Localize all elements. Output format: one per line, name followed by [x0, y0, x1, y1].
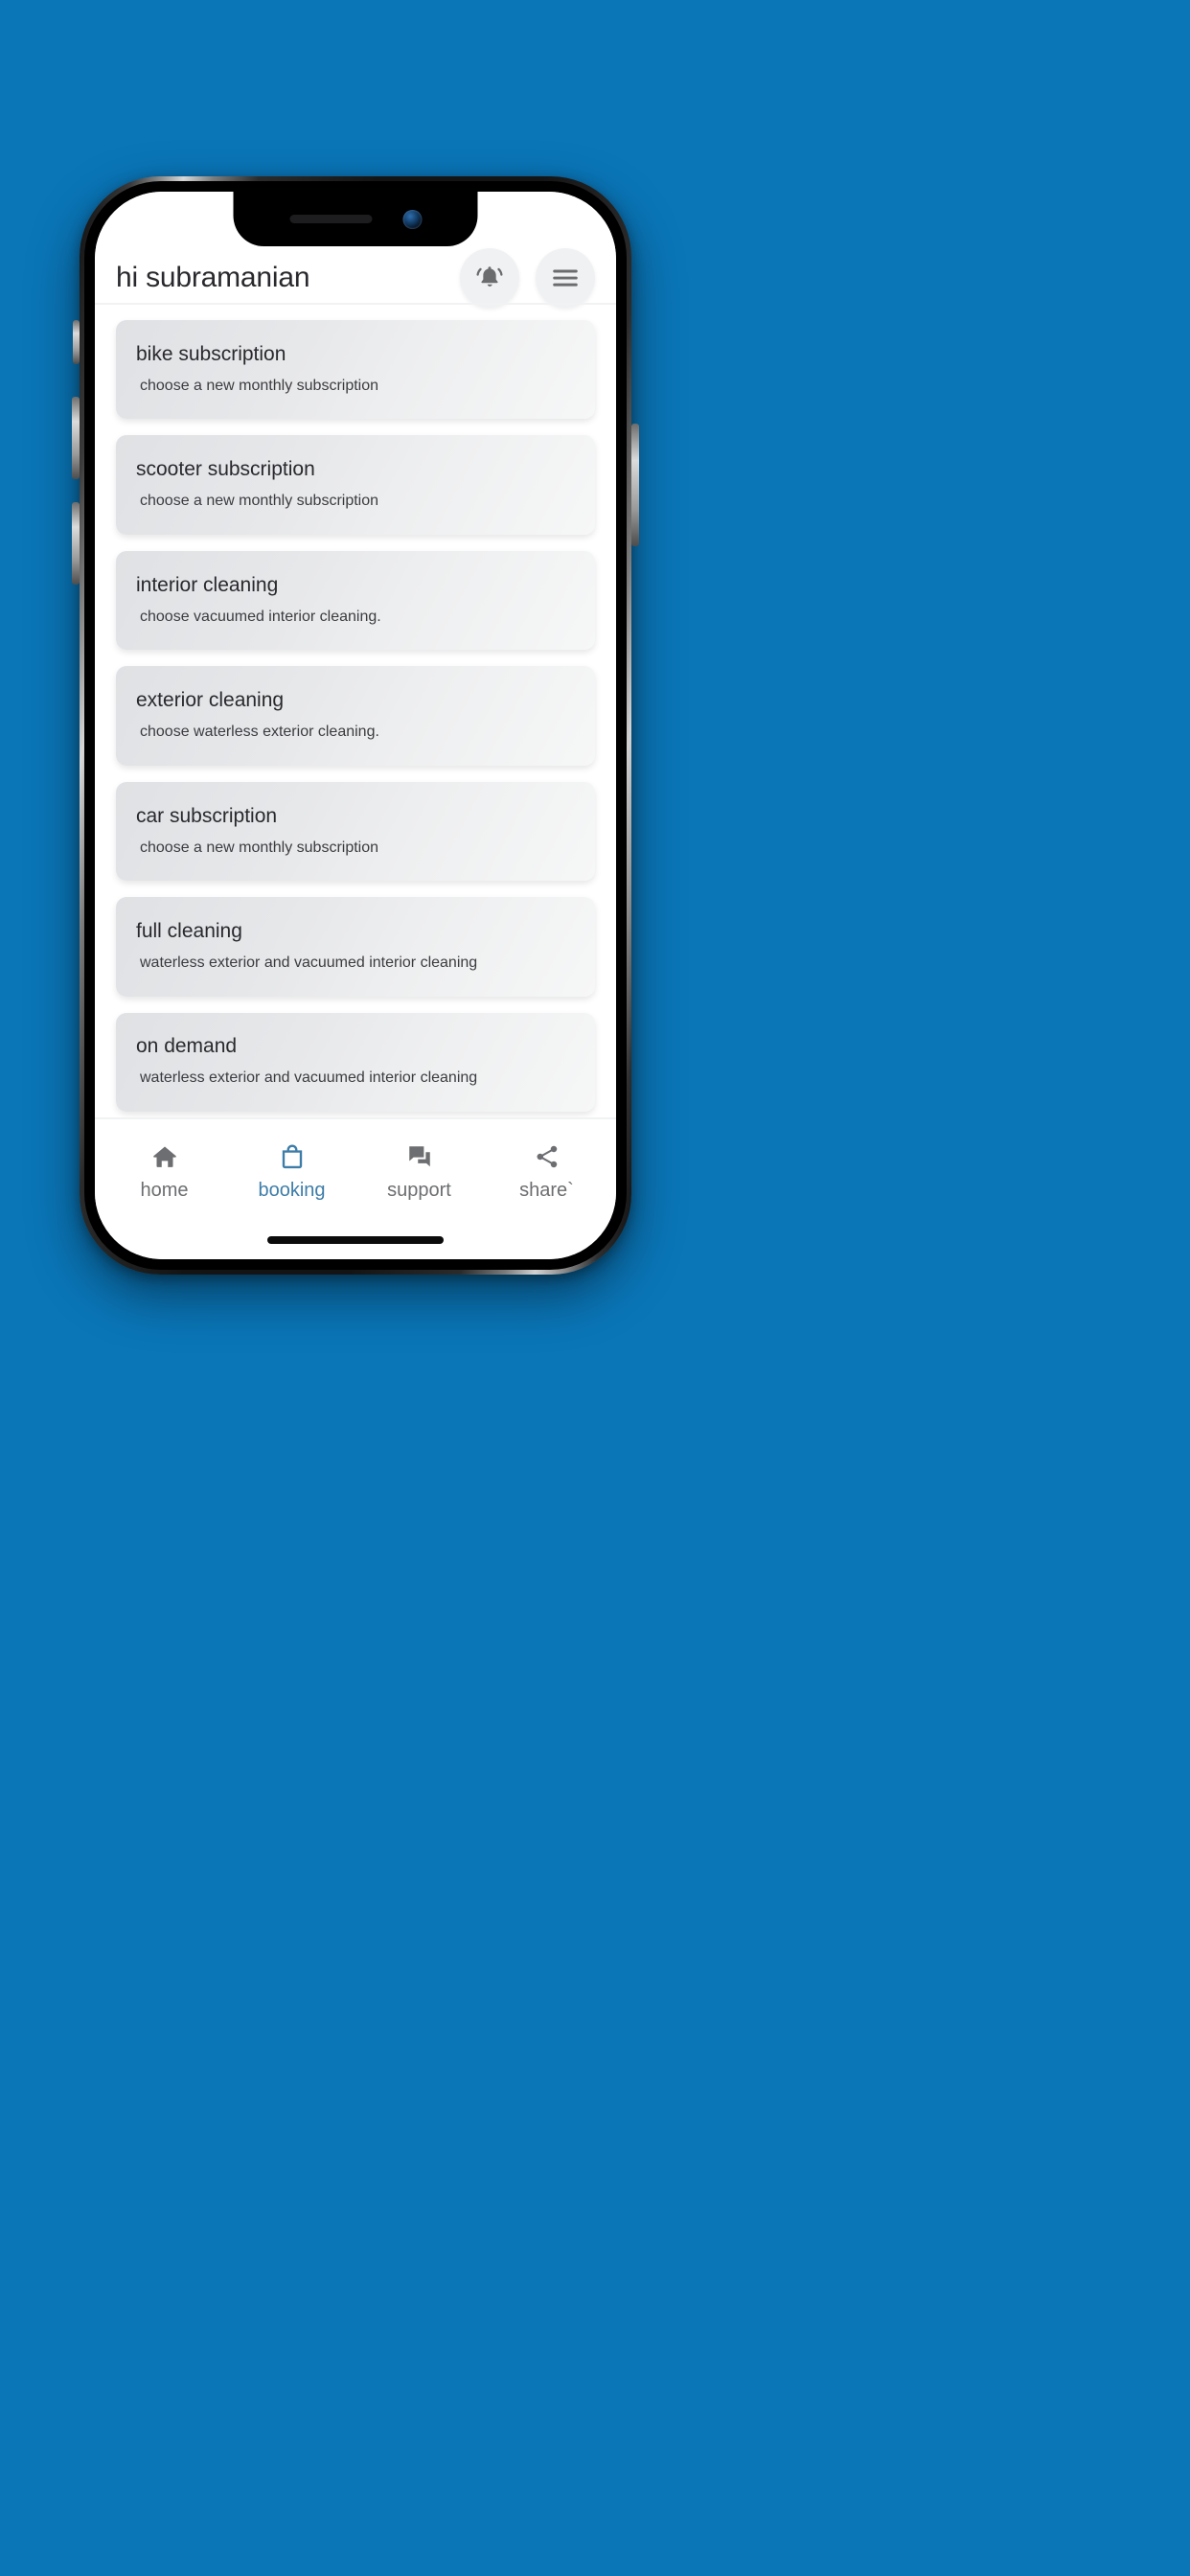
phone-screen: hi subramanian bike subscription choose … [95, 192, 616, 1259]
hamburger-menu-icon [549, 262, 582, 294]
card-title: car subscription [136, 804, 278, 827]
card-subtitle: choose a new monthly subscription [140, 839, 379, 856]
service-card[interactable]: on demand waterless exterior and vacuume… [116, 1012, 595, 1112]
header-actions [460, 248, 595, 308]
earpiece-speaker-icon [289, 215, 372, 223]
device-notch [233, 192, 478, 246]
card-subtitle: choose waterless exterior cleaning. [140, 724, 379, 741]
service-card[interactable]: interior cleaning choose vacuumed interi… [116, 550, 595, 651]
home-indicator-area [95, 1221, 616, 1259]
card-subtitle: waterless exterior and vacuumed interior… [140, 1070, 478, 1087]
card-title: scooter subscription [136, 458, 315, 481]
notification-button[interactable] [460, 248, 519, 308]
card-title: interior cleaning [136, 573, 279, 596]
front-camera-icon [402, 209, 422, 229]
phone-bezel: hi subramanian bike subscription choose … [84, 181, 627, 1270]
nav-label: share` [519, 1179, 574, 1201]
volume-down-button[interactable] [72, 502, 80, 585]
chat-bubbles-icon [405, 1141, 434, 1172]
card-title: bike subscription [136, 342, 286, 365]
home-indicator[interactable] [267, 1236, 444, 1244]
service-card[interactable]: car subscription choose a new monthly su… [116, 781, 595, 882]
shopping-bag-icon [278, 1141, 307, 1172]
service-card[interactable]: bike subscription choose a new monthly s… [116, 320, 595, 420]
service-card[interactable]: full cleaning waterless exterior and vac… [116, 897, 595, 997]
power-button[interactable] [631, 424, 639, 546]
nav-label: booking [258, 1179, 326, 1201]
card-title: on demand [136, 1035, 238, 1058]
card-subtitle: choose vacuumed interior cleaning. [140, 608, 381, 625]
phone-device-frame: hi subramanian bike subscription choose … [72, 176, 639, 1275]
menu-button[interactable] [536, 248, 595, 308]
nav-label: home [140, 1179, 189, 1201]
card-subtitle: choose a new monthly subscription [140, 493, 379, 510]
nav-item-home[interactable]: home [101, 1141, 228, 1200]
service-card-list: bike subscription choose a new monthly s… [95, 305, 616, 1117]
bell-ringing-icon [474, 263, 505, 293]
volume-up-button[interactable] [72, 397, 80, 479]
service-card[interactable]: scooter subscription choose a new monthl… [116, 435, 595, 535]
card-title: full cleaning [136, 919, 242, 942]
share-nodes-icon [533, 1141, 561, 1172]
mute-switch[interactable] [73, 320, 80, 364]
card-subtitle: waterless exterior and vacuumed interior… [140, 954, 478, 972]
service-card[interactable]: exterior cleaning choose waterless exter… [116, 666, 595, 766]
card-subtitle: choose a new monthly subscription [140, 377, 379, 394]
home-icon [150, 1141, 179, 1172]
nav-item-booking[interactable]: booking [228, 1141, 355, 1200]
nav-label: support [387, 1179, 451, 1201]
card-title: exterior cleaning [136, 689, 285, 712]
greeting-title: hi subramanian [116, 262, 310, 293]
nav-item-share[interactable]: share` [483, 1141, 610, 1200]
nav-item-support[interactable]: support [355, 1141, 483, 1200]
bottom-navigation-bar: home booking support share` [95, 1117, 616, 1221]
